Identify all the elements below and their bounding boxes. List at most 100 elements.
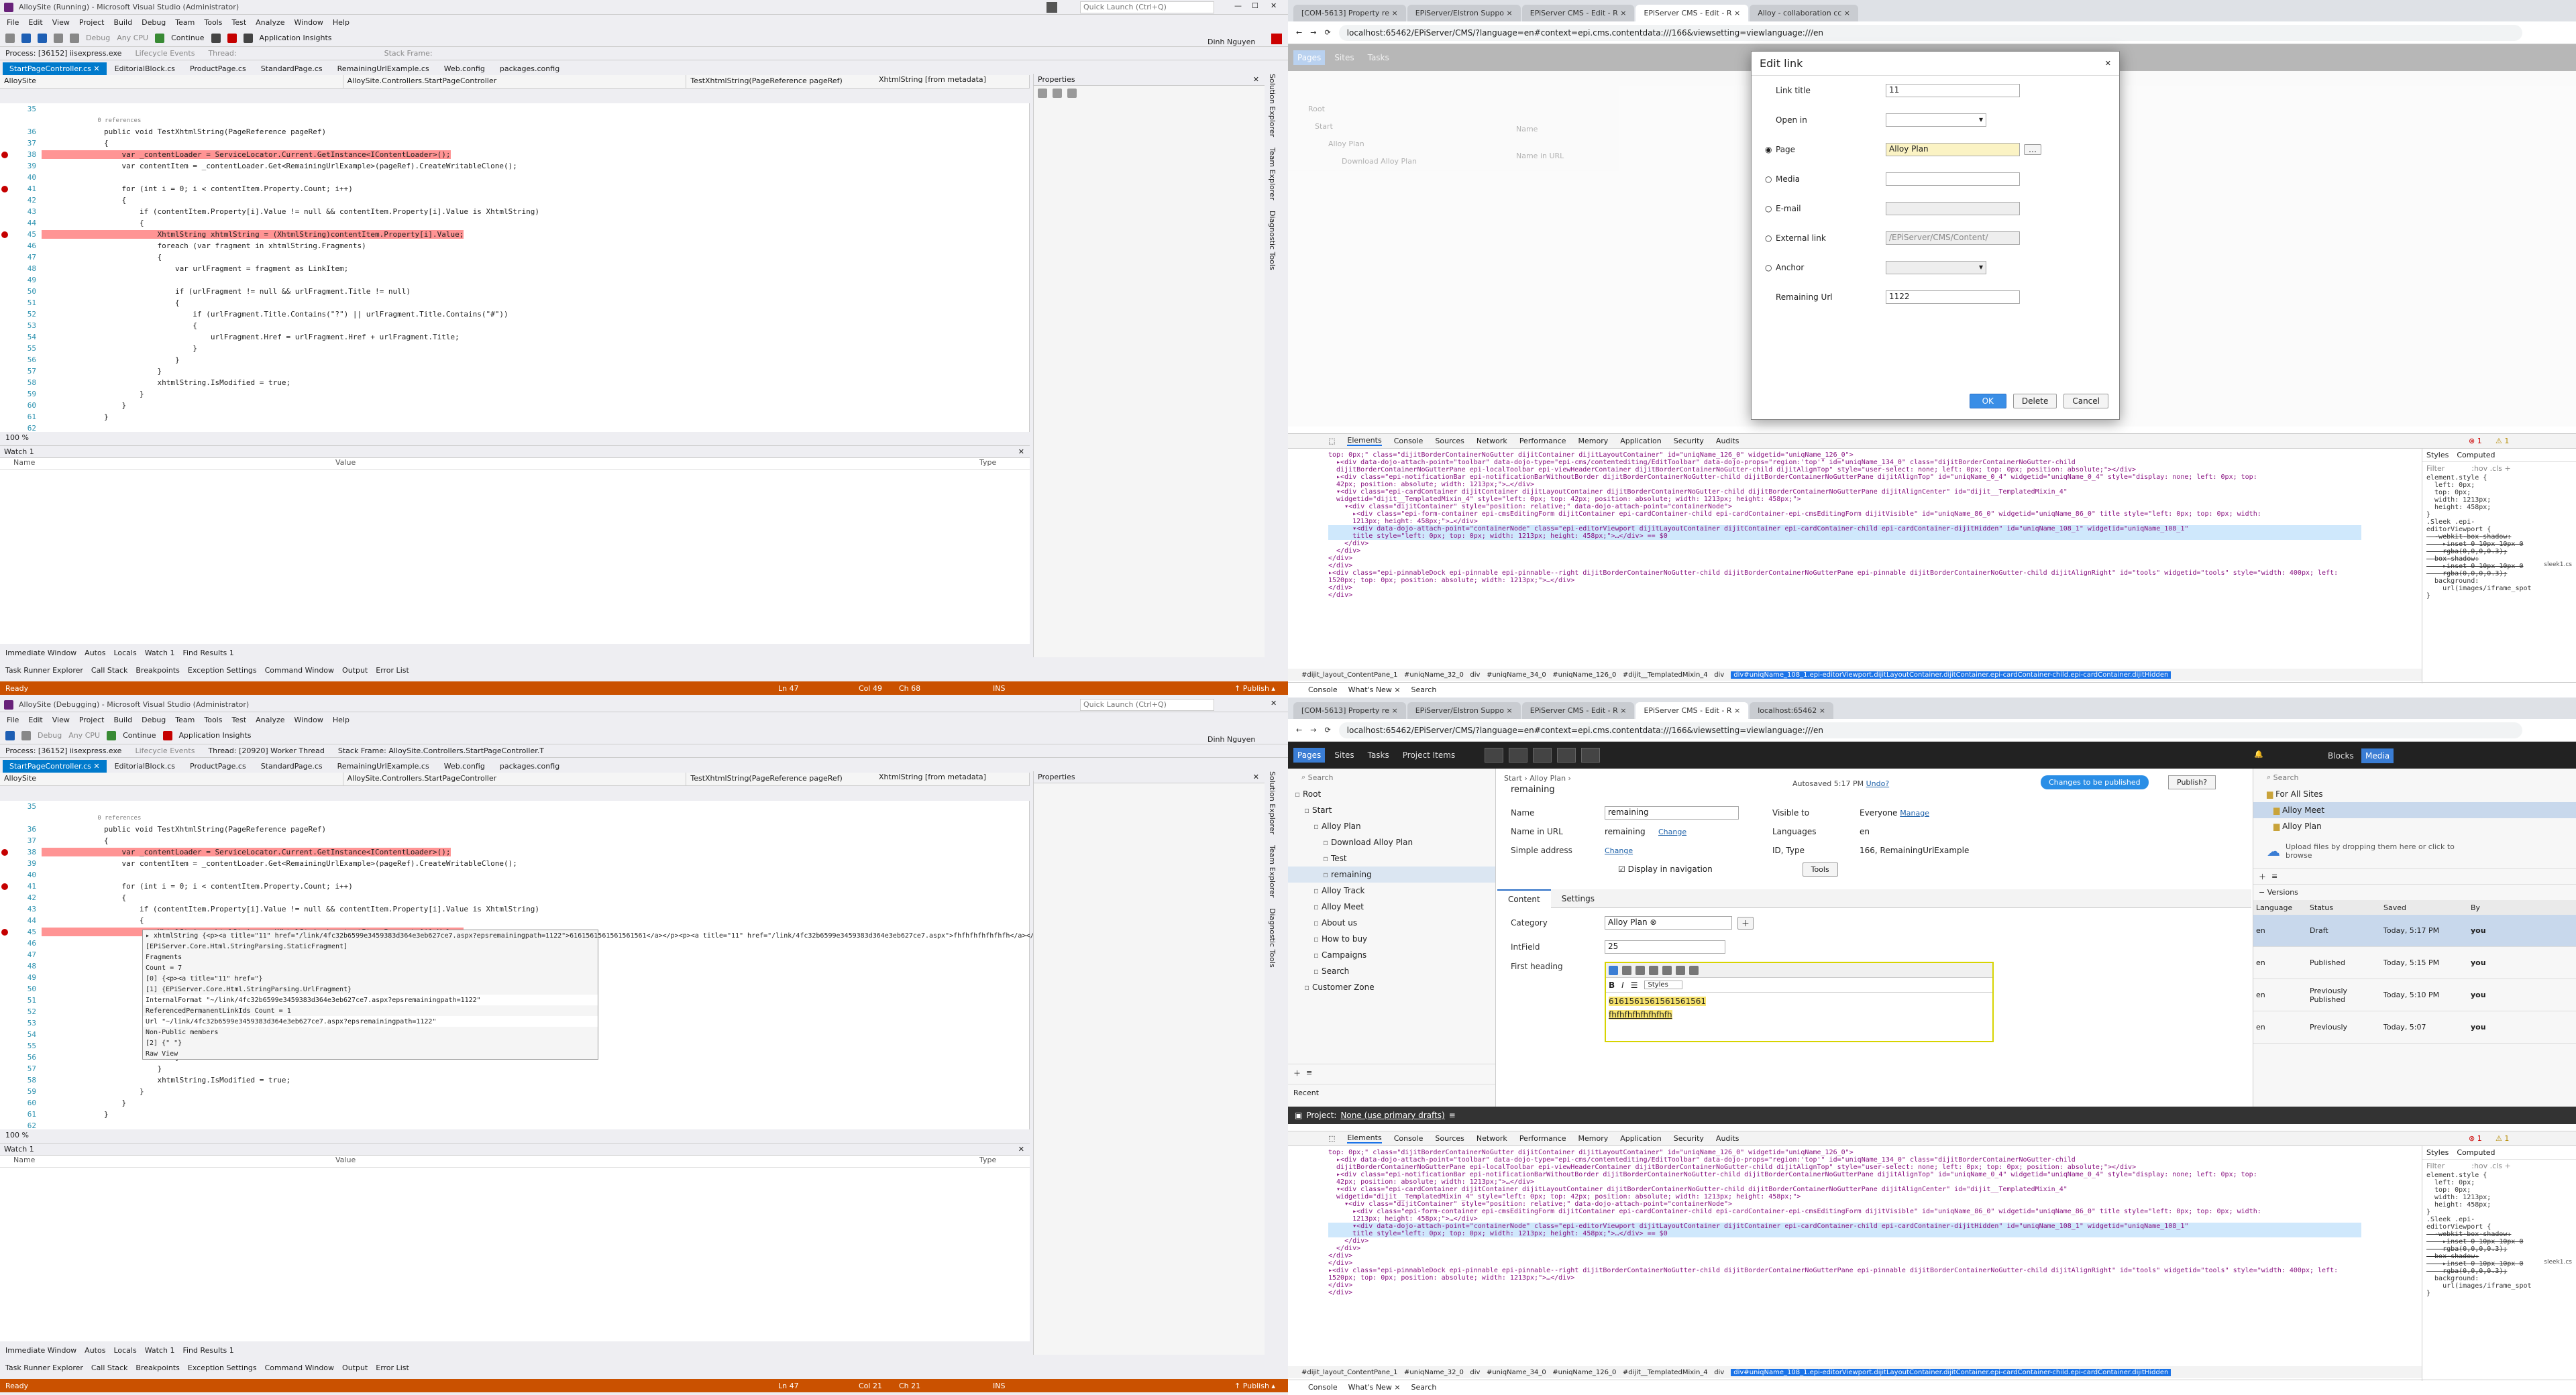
media-tab[interactable]: Media [2361, 748, 2394, 763]
diagnostic-tools-tab[interactable]: Diagnostic Tools [1268, 908, 1277, 968]
category-input[interactable]: Alloy Plan ⊗ [1605, 916, 1732, 930]
tree-search[interactable]: ⌕ Search [1288, 769, 1495, 786]
menu-item-debug[interactable]: Debug [142, 18, 166, 27]
style-rule-line[interactable]: rgba(0,0,0,0.3); [2426, 1245, 2576, 1253]
browser-tab[interactable]: EPiServer CMS - Edit - R × [1521, 702, 1635, 719]
user-name[interactable]: Dinh Nguyen [1208, 38, 1255, 46]
close-icon[interactable]: ✕ [1271, 699, 1277, 708]
project-items-tab[interactable]: Project Items [1399, 748, 1459, 763]
manage-link[interactable]: Manage [1900, 809, 1929, 818]
breakpoint-icon[interactable] [0, 928, 9, 936]
menu-item-edit[interactable]: Edit [28, 18, 42, 27]
cancel-button[interactable]: Cancel [2063, 394, 2108, 408]
forward-icon[interactable]: → [1310, 726, 1316, 734]
content-tab[interactable]: Content [1497, 889, 1551, 908]
dom-node[interactable]: </div> [1328, 1245, 2361, 1252]
watch-col-type[interactable]: Type [979, 1156, 996, 1167]
pin-icon[interactable] [1485, 748, 1504, 763]
breakpoint-icon[interactable] [0, 231, 9, 238]
tree-start[interactable]: Start [1315, 122, 1333, 131]
browser-tab[interactable]: EPiServer CMS - Edit - R × [1635, 702, 1749, 719]
tool-tab[interactable]: Breakpoints [136, 666, 180, 675]
dom-node[interactable]: </div> [1328, 584, 2361, 592]
style-rule-line[interactable]: width: 1213px; [2426, 1194, 2576, 1201]
back-icon[interactable] [5, 33, 15, 43]
external-radio[interactable]: ○ [1752, 233, 1776, 243]
publish-button[interactable]: Publish? [2168, 775, 2216, 789]
watch-col-value[interactable]: Value [335, 1156, 979, 1167]
assets-search[interactable]: ⌕ Search [2253, 769, 2576, 786]
media-radio[interactable]: ○ [1752, 174, 1776, 184]
style-source[interactable]: sleek1.cs [2544, 561, 2572, 568]
undo-icon[interactable] [21, 730, 31, 740]
bottom-tab[interactable]: Watch 1 [145, 649, 175, 657]
dom-node[interactable]: 1213px; height: 458px;">…</div> [1328, 518, 2361, 525]
style-rule-line[interactable]: element.style { [2426, 1172, 2576, 1179]
doc-tab[interactable]: packages.config [493, 62, 566, 75]
bottom-tab[interactable]: Autos [85, 1346, 105, 1355]
rte-bold-icon[interactable]: B [1609, 981, 1615, 990]
devtools-application-tab[interactable]: Application [1620, 437, 1661, 445]
tool-tab[interactable]: Call Stack [91, 666, 127, 675]
rte-table-icon[interactable] [1635, 965, 1645, 975]
tool-tab[interactable]: Error List [376, 666, 409, 675]
style-rule-line[interactable]: rgba(0,0,0,0.3); [2426, 570, 2576, 577]
rte-list-icon[interactable]: ☰ [1631, 981, 1638, 990]
menu-item-help[interactable]: Help [333, 716, 350, 724]
style-rule-line[interactable]: top: 0px; [2426, 489, 2576, 496]
rte-styles-select[interactable]: Styles [1644, 981, 1682, 989]
dom-node[interactable]: top: 0px;" class="dijitBorderContainerNo… [1328, 451, 2361, 459]
devtools-console-tab[interactable]: Console [1394, 1134, 1424, 1143]
notification-icon[interactable]: 🔔 [2254, 750, 2263, 759]
styles-hov[interactable]: :hov .cls + [2471, 1162, 2510, 1170]
versions-header[interactable]: − Versions [2253, 884, 2576, 900]
dom-node[interactable]: ▾<div class="dijitContainer" style="posi… [1328, 503, 2361, 510]
browser-tab[interactable]: EPiServer/Elstron Suppo × [1407, 5, 1521, 21]
versions-col[interactable]: Language [2253, 903, 2307, 912]
devtools-performance-tab[interactable]: Performance [1519, 1134, 1566, 1143]
display-nav-checkbox[interactable]: ☑ [1497, 864, 1625, 874]
drawer-console-tab[interactable]: Console [1308, 685, 1338, 694]
back-icon[interactable]: ← [1296, 726, 1302, 734]
tree-item-download-alloy-plan[interactable]: ▫ Download Alloy Plan [1288, 834, 1495, 850]
dom-node[interactable]: ▸<div class="epi-notificationBar epi-not… [1328, 473, 2361, 481]
tree-root[interactable]: Root [1308, 105, 1325, 113]
styles-filter[interactable]: Filter [2426, 1162, 2445, 1170]
quick-launch-input[interactable]: Quick Launch (Ctrl+Q) [1080, 1, 1214, 13]
doc-tab[interactable]: StartPageController.cs ✕ [3, 760, 107, 773]
add-icon[interactable] [1509, 748, 1528, 763]
code-editor[interactable]: 35 0 references 36 public void TestXhtmlS… [0, 103, 1030, 433]
dom-node[interactable]: ▸<div class="epi-pinnableDock epi-pinnab… [1328, 1267, 2361, 1274]
media-item-alloy-plan[interactable]: ▆ Alloy Plan [2253, 818, 2576, 834]
devtools-audits-tab[interactable]: Audits [1716, 437, 1739, 445]
dom-node[interactable]: ▸<div data-dojo-attach-point="toolbar" d… [1328, 459, 2361, 466]
dom-node[interactable]: ▸<div class="epi-notificationBar epi-not… [1328, 1171, 2361, 1178]
rte-line-1[interactable]: 6161561561561561561 [1609, 997, 1707, 1006]
breadcrumb-selected[interactable]: div#uniqName_108_1.epi-editorViewport.di… [1731, 671, 2171, 679]
devtools-application-tab[interactable]: Application [1620, 1134, 1661, 1143]
redo-icon[interactable] [70, 33, 79, 43]
dom-node[interactable]: ▾<div data-dojo-attach-point="containerN… [1328, 525, 2361, 533]
cpu-select-2[interactable]: Any CPU [68, 731, 100, 740]
page-browse-button[interactable]: … [2024, 144, 2041, 155]
breakpoint-icon[interactable] [0, 848, 9, 856]
datatip-row[interactable]: [0] {<p><a title="11" href="} [143, 973, 598, 984]
browser-tab[interactable]: [COM-5613] Property re × [1293, 702, 1406, 719]
style-rule-line[interactable]: left: 0px; [2426, 482, 2576, 489]
dom-node[interactable]: </div> [1328, 1282, 2361, 1289]
bottom-tab[interactable]: Immediate Window [5, 1346, 76, 1355]
tool-tab[interactable]: Command Window [265, 666, 334, 675]
dom-node[interactable]: widgetid="dijit__TemplatedMixin_4" style… [1328, 496, 2361, 503]
menu-item-edit[interactable]: Edit [28, 716, 42, 724]
drawer-search-tab[interactable]: Search [1411, 1383, 1437, 1392]
undo-link[interactable]: Undo? [1866, 779, 1890, 788]
datatip-row[interactable]: ReferencedPermanentLinkIds Count = 1 [143, 1005, 598, 1016]
tool-tab[interactable]: Task Runner Explorer [5, 666, 83, 675]
team-explorer-tab[interactable]: Team Explorer [1268, 148, 1277, 200]
media-input[interactable] [1886, 172, 2020, 186]
menu-item-test[interactable]: Test [231, 18, 246, 27]
page-radio[interactable]: ◉ [1752, 145, 1776, 154]
external-input[interactable]: /EPiServer/CMS/Content/ [1886, 231, 2020, 245]
tool-tab[interactable]: Task Runner Explorer [5, 1363, 83, 1372]
play-icon[interactable] [155, 33, 165, 43]
